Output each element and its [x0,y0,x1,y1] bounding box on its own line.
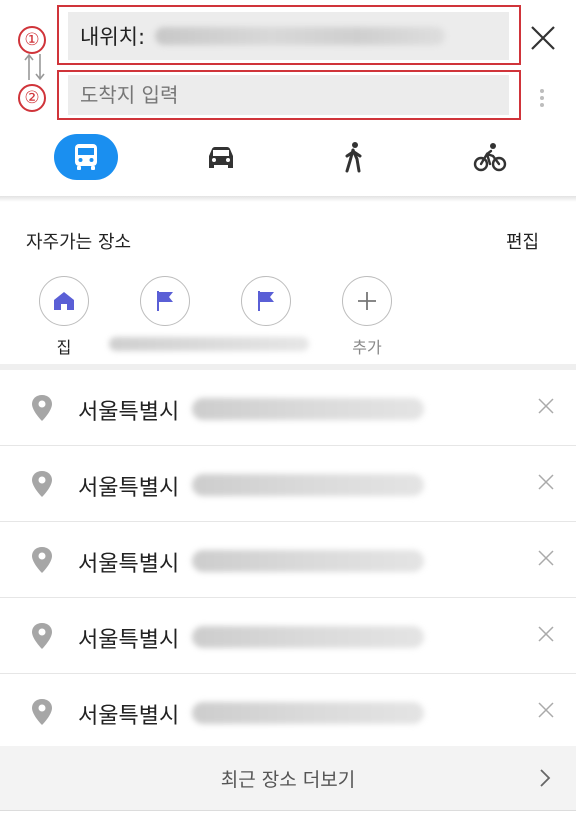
location-pin-icon [32,623,52,649]
tab-car[interactable] [189,134,253,180]
recent-address-redacted [192,398,424,420]
walking-icon [345,142,362,173]
more-recent-button[interactable]: 최근 장소 더보기 [0,746,576,810]
destination-input[interactable] [80,83,500,107]
location-pin-icon [32,471,52,497]
close-icon[interactable] [527,22,559,54]
location-pin-icon [32,699,52,725]
list-item[interactable]: 서울특별시 [0,522,576,598]
list-item[interactable]: 서울특별시 [0,370,576,446]
list-item[interactable]: 서울특별시 [0,598,576,674]
tab-walk[interactable] [322,134,386,180]
home-icon [54,292,74,310]
tab-bike[interactable] [458,134,522,180]
close-icon[interactable] [537,473,555,491]
close-icon[interactable] [537,625,555,643]
annotation-marker-2: ② [18,84,46,112]
origin-address-redacted [155,27,446,45]
bicycle-icon [473,143,507,172]
recent-city: 서울특별시 [78,400,180,425]
bus-icon [75,144,97,170]
recent-address-redacted [192,626,424,648]
edit-button[interactable]: 편집 [506,228,539,254]
origin-label: 내위치: [80,25,146,49]
close-icon[interactable] [537,397,555,415]
place-label-redacted [109,337,309,351]
frequent-places-title: 자주가는 장소 [26,232,132,253]
place-circle [241,276,291,326]
list-item[interactable]: 서울특별시 [0,446,576,522]
recent-city: 서울특별시 [78,704,180,729]
place-label-home: 집 [56,338,72,357]
close-icon[interactable] [537,549,555,567]
more-recent-label: 최근 장소 더보기 [220,768,356,791]
recent-address-redacted [192,702,424,724]
car-icon [209,147,233,168]
transport-mode-tabs [0,134,576,182]
more-options-icon[interactable] [537,86,547,114]
recent-places-list: 서울특별시 서울특별시 서울특별시 서울특별시 서울특별시 [0,370,576,750]
place-circle [342,276,392,326]
header-divider [0,196,576,202]
recent-city: 서울특별시 [78,628,180,653]
recent-city: 서울특별시 [78,476,180,501]
place-circle [39,276,89,326]
chevron-right-icon [540,769,551,787]
swap-arrows-icon[interactable] [22,50,48,84]
place-circle [140,276,190,326]
destination-field[interactable] [68,75,509,115]
frequent-place-add[interactable]: 추가 [327,276,407,357]
origin-field[interactable]: 내위치: [68,12,509,60]
plus-icon [358,292,376,310]
location-pin-icon [32,547,52,573]
close-icon[interactable] [537,701,555,719]
bottom-divider [0,810,576,818]
recent-address-redacted [192,550,424,572]
list-item[interactable]: 서울특별시 [0,674,576,750]
route-search-header: ① ② 내위치: [0,0,576,202]
flag-icon [157,291,173,311]
place-label-add: 추가 [352,338,382,357]
recent-city: 서울특별시 [78,552,180,577]
tab-transit[interactable] [54,134,118,180]
flag-icon [258,291,274,311]
frequent-place-flag-2[interactable] [226,276,306,326]
frequent-place-home[interactable]: 집 [24,276,104,357]
recent-address-redacted [192,474,424,496]
frequent-places-section: 자주가는 장소 편집 집 추가 [0,206,576,364]
location-pin-icon [32,395,52,421]
frequent-place-flag-1[interactable] [109,276,309,351]
